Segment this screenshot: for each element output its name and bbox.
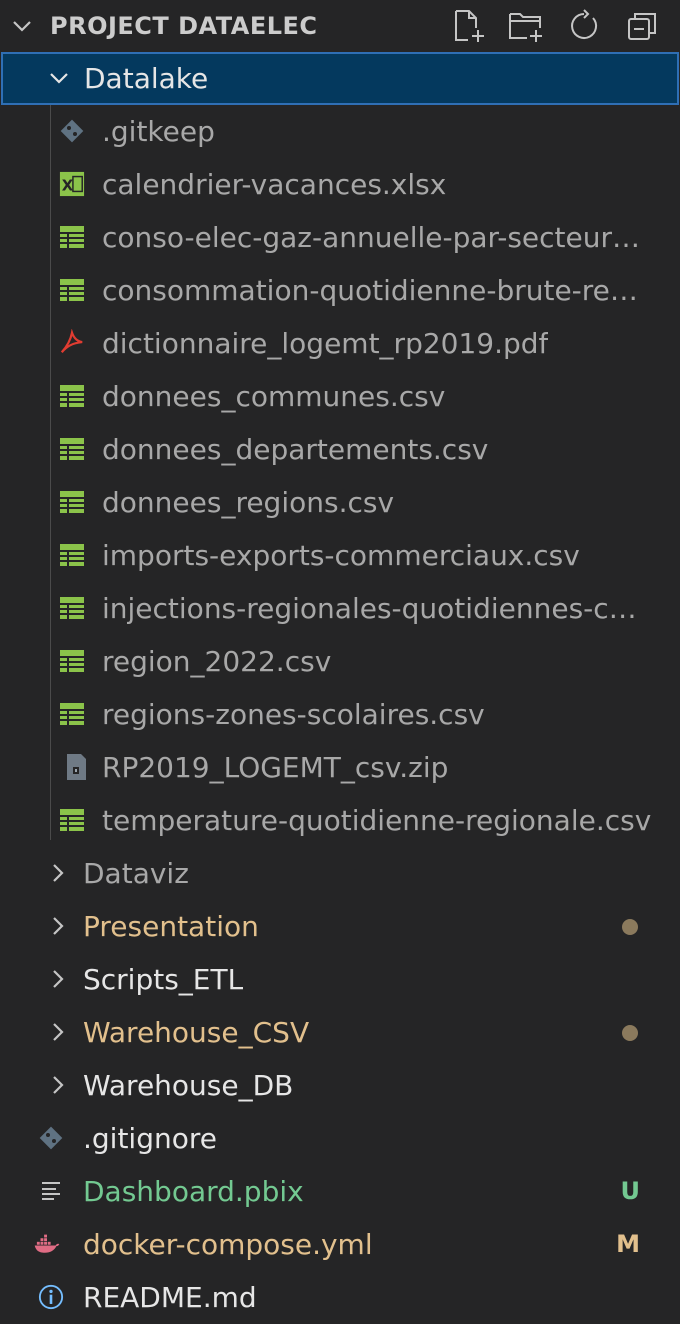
file-label: dictionnaire_logemt_rp2019.pdf (102, 327, 549, 360)
file-label: injections-regionales-quotidiennes-c… (102, 592, 637, 625)
file-item[interactable]: RP2019_LOGEMT_csv.zip (0, 741, 680, 794)
git-icon (59, 118, 85, 144)
file-label: regions-zones-scolaires.csv (102, 698, 485, 731)
root-file-item[interactable]: README.md (0, 1271, 680, 1324)
explorer-title: PROJECT DATAELEC (50, 12, 318, 40)
file-item[interactable]: .gitkeep (0, 105, 680, 158)
file-item[interactable]: temperature-quotidienne-regionale.csv (0, 794, 680, 847)
chevron-right-icon[interactable] (46, 861, 70, 885)
root-file-item[interactable]: .gitignore (0, 1112, 680, 1165)
file-item[interactable]: injections-regionales-quotidiennes-c… (0, 582, 680, 635)
file-label: RP2019_LOGEMT_csv.zip (102, 751, 449, 784)
explorer-header[interactable]: PROJECT DATAELEC (0, 0, 680, 52)
new-folder-icon[interactable] (504, 6, 548, 46)
pdf-icon (59, 329, 85, 356)
svg-text:X: X (62, 177, 74, 195)
chevron-down-icon[interactable] (10, 14, 34, 38)
file-label: consommation-quotidienne-brute-re… (102, 274, 638, 307)
info-icon (38, 1284, 64, 1310)
file-item[interactable]: donnees_communes.csv (0, 370, 680, 423)
docker-icon (34, 1231, 60, 1257)
chevron-right-icon[interactable] (46, 967, 70, 991)
file-label: imports-exports-commerciaux.csv (102, 539, 580, 572)
file-item[interactable]: donnees_departements.csv (0, 423, 680, 476)
csv-icon (59, 648, 85, 674)
folder-label: Datalake (84, 62, 209, 95)
folder-datalake[interactable]: Datalake (1, 52, 679, 105)
file-item[interactable]: imports-exports-commerciaux.csv (0, 529, 680, 582)
file-label: .gitkeep (102, 115, 215, 148)
file-item[interactable]: donnees_regions.csv (0, 476, 680, 529)
text-lines-icon (38, 1178, 64, 1204)
chevron-right-icon[interactable] (46, 914, 70, 938)
root-file-item[interactable]: Dashboard.pbix U (0, 1165, 680, 1218)
zip-icon (63, 754, 89, 780)
explorer-actions (446, 6, 664, 46)
file-label: Dataviz (83, 857, 189, 890)
folder-item[interactable]: Dataviz (0, 847, 680, 900)
refresh-icon[interactable] (562, 6, 606, 46)
file-label: .gitignore (83, 1122, 217, 1155)
file-label: Warehouse_CSV (83, 1016, 310, 1049)
file-label: Scripts_ETL (83, 963, 244, 996)
csv-icon (59, 807, 85, 833)
file-label: README.md (83, 1281, 257, 1314)
file-label: donnees_regions.csv (102, 486, 395, 519)
file-item[interactable]: dictionnaire_logemt_rp2019.pdf (0, 317, 680, 370)
file-item[interactable]: conso-elec-gaz-annuelle-par-secteur… (0, 211, 680, 264)
indent-guide (50, 105, 51, 840)
file-label: region_2022.csv (102, 645, 332, 678)
folder-item[interactable]: Presentation (0, 900, 680, 953)
modified-dot (622, 1025, 638, 1041)
folder-item[interactable]: Warehouse_DB (0, 1059, 680, 1112)
csv-icon (59, 595, 85, 621)
file-tree: Datalake .gitkeep Xcalendrier-vacances.x… (0, 52, 680, 1324)
file-label: donnees_departements.csv (102, 433, 489, 466)
folder-item[interactable]: Scripts_ETL (0, 953, 680, 1006)
csv-icon (59, 277, 85, 303)
git-status-badge: U (620, 1177, 641, 1205)
file-item[interactable]: Xcalendrier-vacances.xlsx (0, 158, 680, 211)
file-label: temperature-quotidienne-regionale.csv (102, 804, 652, 837)
file-label: calendrier-vacances.xlsx (102, 168, 447, 201)
file-label: conso-elec-gaz-annuelle-par-secteur… (102, 221, 641, 254)
file-item[interactable]: regions-zones-scolaires.csv (0, 688, 680, 741)
git-icon (38, 1125, 64, 1151)
file-label: donnees_communes.csv (102, 380, 446, 413)
excel-icon: X (59, 171, 85, 197)
new-file-icon[interactable] (446, 6, 490, 46)
collapse-all-icon[interactable] (620, 6, 664, 46)
csv-icon (59, 542, 85, 568)
csv-icon (59, 701, 85, 727)
chevron-right-icon[interactable] (46, 1020, 70, 1044)
file-label: Warehouse_DB (83, 1069, 294, 1102)
csv-icon (59, 224, 85, 250)
file-item[interactable]: consommation-quotidienne-brute-re… (0, 264, 680, 317)
modified-dot (622, 919, 638, 935)
git-status-badge: M (616, 1230, 640, 1258)
chevron-right-icon[interactable] (46, 1073, 70, 1097)
file-label: docker-compose.yml (83, 1228, 373, 1261)
file-item[interactable]: region_2022.csv (0, 635, 680, 688)
folder-item[interactable]: Warehouse_CSV (0, 1006, 680, 1059)
chevron-down-icon[interactable] (47, 66, 71, 90)
csv-icon (59, 436, 85, 462)
csv-icon (59, 489, 85, 515)
csv-icon (59, 383, 85, 409)
root-file-item[interactable]: docker-compose.yml M (0, 1218, 680, 1271)
file-label: Dashboard.pbix (83, 1175, 304, 1208)
file-label: Presentation (83, 910, 259, 943)
